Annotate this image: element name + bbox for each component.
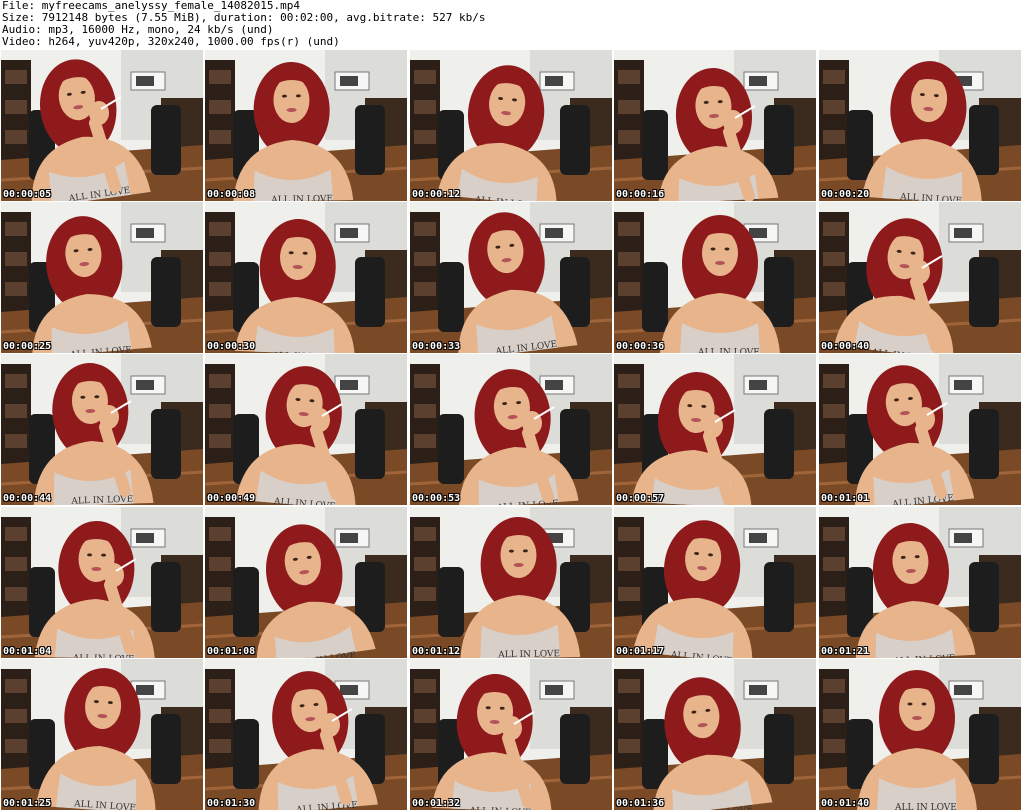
frame-timestamp: 00:00:08 <box>207 189 256 200</box>
frame-timestamp: 00:01:32 <box>412 798 461 809</box>
frame-image: ALL IN LOVE <box>614 659 816 810</box>
frame-image: ALL IN LOVE <box>205 659 407 810</box>
svg-text:ALL IN LOVE: ALL IN LOVE <box>497 649 560 658</box>
video-frame-thumbnail: ALL IN LOVE00:01:21 <box>819 507 1021 658</box>
frame-image: ALL IN LOVE <box>205 202 407 353</box>
video-frame-thumbnail: ALL IN LOVE00:01:17 <box>614 507 816 658</box>
frame-timestamp: 00:01:36 <box>616 798 665 809</box>
frame-image: ALL IN LOVE <box>819 202 1021 353</box>
video-frame-thumbnail: ALL IN LOVE 00:00:20 <box>819 50 1021 201</box>
frame-timestamp: 00:01:08 <box>207 646 256 657</box>
frame-timestamp: 00:00:33 <box>412 341 461 352</box>
video-frame-thumbnail: ALL IN LOVE00:00:30 <box>205 202 407 353</box>
frame-image: ALL IN LOVE <box>1 50 203 201</box>
video-frame-thumbnail: ALL IN LOVE 00:01:01 <box>819 354 1021 505</box>
frame-timestamp: 00:00:20 <box>821 189 870 200</box>
video-frame-thumbnail: ALL IN LOVE 00:00:25 <box>1 202 203 353</box>
svg-text:ALL IN LOVE: ALL IN LOVE <box>894 803 957 810</box>
video-frame-thumbnail: ALL IN LOVE00:01:32 <box>410 659 612 810</box>
frame-timestamp: 00:00:44 <box>3 493 52 504</box>
frame-timestamp: 00:00:12 <box>412 189 461 200</box>
frame-image: ALL IN LOVE <box>205 507 407 658</box>
video-frame-thumbnail: ALL IN LOVE00:00:16 <box>614 50 816 201</box>
video-frame-thumbnail: ALL IN LOVE 00:00:36 <box>614 202 816 353</box>
video-frame-thumbnail: ALL IN LOVE 00:00:49 <box>205 354 407 505</box>
video-frame-thumbnail: ALL IN LOVE00:00:12 <box>410 50 612 201</box>
svg-text:ALL IN LOVE: ALL IN LOVE <box>270 194 333 201</box>
video-frame-thumbnail: ALL IN LOVE 00:01:12 <box>410 507 612 658</box>
frame-timestamp: 00:00:36 <box>616 341 665 352</box>
svg-text:ALL IN LOVE: ALL IN LOVE <box>697 348 760 353</box>
frame-image: ALL IN LOVE <box>205 354 407 505</box>
frame-timestamp: 00:00:05 <box>3 189 52 200</box>
frame-timestamp: 00:01:30 <box>207 798 256 809</box>
frame-timestamp: 00:00:53 <box>412 493 461 504</box>
frame-image: ALL IN LOVE <box>819 50 1021 201</box>
video-frame-thumbnail: ALL IN LOVE 00:00:08 <box>205 50 407 201</box>
frame-image: ALL IN LOVE <box>1 659 203 810</box>
frame-image: ALL IN LOVE <box>410 507 612 658</box>
frame-image: ALL IN LOVE <box>410 50 612 201</box>
video-frame-thumbnail: ALL IN LOVE 00:00:44 <box>1 354 203 505</box>
frame-timestamp: 00:00:16 <box>616 189 665 200</box>
video-info-line: Video: h264, yuv420p, 320x240, 1000.00 f… <box>2 35 340 48</box>
frame-image: ALL IN LOVE <box>614 354 816 505</box>
frame-image: ALL IN LOVE <box>410 202 612 353</box>
frame-timestamp: 00:01:01 <box>821 493 870 504</box>
frame-image: ALL IN LOVE <box>819 659 1021 810</box>
frame-timestamp: 00:01:04 <box>3 646 52 657</box>
video-frame-thumbnail: ALL IN LOVE00:00:53 <box>410 354 612 505</box>
frame-timestamp: 00:00:57 <box>616 493 665 504</box>
frame-timestamp: 00:00:30 <box>207 341 256 352</box>
svg-text:ALL IN LOVE: ALL IN LOVE <box>72 654 135 658</box>
frame-timestamp: 00:00:40 <box>821 341 870 352</box>
frame-timestamp: 00:01:17 <box>616 646 665 657</box>
frame-image: ALL IN LOVE <box>205 50 407 201</box>
frame-image: ALL IN LOVE <box>1 507 203 658</box>
video-frame-thumbnail: ALL IN LOVE 00:01:40 <box>819 659 1021 810</box>
frame-image: ALL IN LOVE <box>614 50 816 201</box>
frame-timestamp: 00:00:25 <box>3 341 52 352</box>
frame-image: ALL IN LOVE <box>614 507 816 658</box>
frame-image: ALL IN LOVE <box>410 659 612 810</box>
video-frame-thumbnail: ALL IN LOVE 00:00:33 <box>410 202 612 353</box>
video-frame-thumbnail: ALL IN LOVE00:00:57 <box>614 354 816 505</box>
thumbnail-grid: ALL IN LOVE00:00:05ALL IN LOVE00:00:08AL… <box>1 50 1023 810</box>
file-info-header: File: myfreecams_anelyssy_female_1408201… <box>2 0 1022 48</box>
frame-timestamp: 00:01:12 <box>412 646 461 657</box>
frame-timestamp: 00:01:25 <box>3 798 52 809</box>
frame-image: ALL IN LOVE <box>410 354 612 505</box>
frame-timestamp: 00:01:21 <box>821 646 870 657</box>
frame-timestamp: 00:01:40 <box>821 798 870 809</box>
frame-image: ALL IN LOVE <box>614 202 816 353</box>
video-frame-thumbnail: ALL IN LOVE00:01:36 <box>614 659 816 810</box>
frame-image: ALL IN LOVE <box>819 507 1021 658</box>
video-frame-thumbnail: ALL IN LOVE 00:01:25 <box>1 659 203 810</box>
frame-image: ALL IN LOVE <box>1 354 203 505</box>
frame-image: ALL IN LOVE <box>1 202 203 353</box>
video-frame-thumbnail: ALL IN LOVE00:00:40 <box>819 202 1021 353</box>
video-frame-thumbnail: ALL IN LOVE00:01:08 <box>205 507 407 658</box>
frame-image: ALL IN LOVE <box>819 354 1021 505</box>
video-frame-thumbnail: ALL IN LOVE 00:01:30 <box>205 659 407 810</box>
frame-timestamp: 00:00:49 <box>207 493 256 504</box>
video-frame-thumbnail: ALL IN LOVE 00:01:04 <box>1 507 203 658</box>
video-frame-thumbnail: ALL IN LOVE 00:00:05 <box>1 50 203 201</box>
